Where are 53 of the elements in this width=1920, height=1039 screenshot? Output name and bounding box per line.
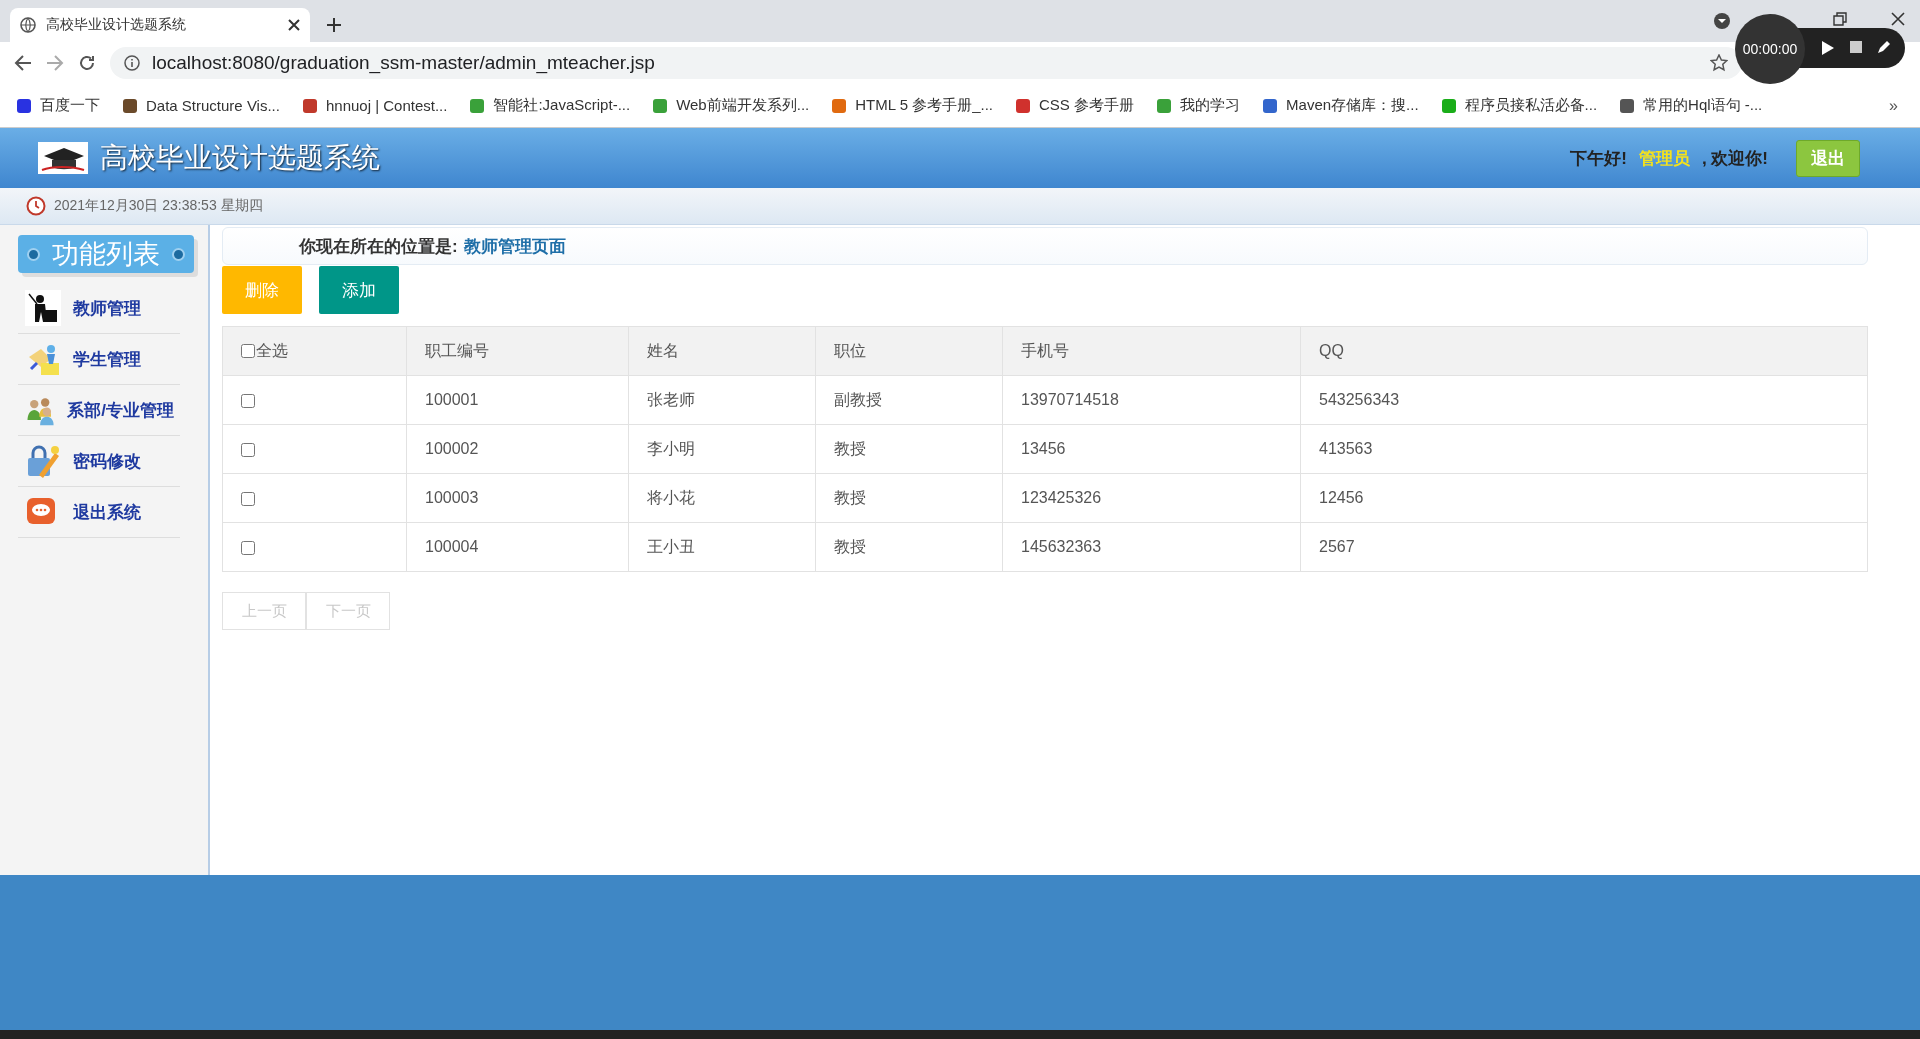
table-cell: 13456 <box>1002 424 1301 474</box>
sidebar-item[interactable]: 学生管理 <box>18 334 180 385</box>
table-cell: 543256343 <box>1300 375 1868 425</box>
table-cell: 100004 <box>406 522 629 572</box>
table-cell: 2567 <box>1300 522 1868 572</box>
bookmark[interactable]: 常用的Hql语句 -... <box>1619 96 1763 115</box>
bookmark[interactable]: 百度一下 <box>16 96 100 115</box>
greeting: 下午好! <box>1570 147 1627 170</box>
table-cell: 王小丑 <box>628 522 816 572</box>
sidebar-item[interactable]: 系部/专业管理 <box>18 385 180 436</box>
table-header: 全选 <box>222 326 407 376</box>
table-cell: 12456 <box>1300 473 1868 523</box>
table-header: 职位 <box>815 326 1003 376</box>
more-bookmarks-button[interactable]: » <box>1883 95 1904 116</box>
add-button[interactable]: 添加 <box>319 266 399 314</box>
table-cell: 100001 <box>406 375 629 425</box>
bookmark[interactable]: 程序员接私活必备... <box>1440 96 1598 115</box>
table-cell: 教授 <box>815 522 1003 572</box>
bookmark[interactable]: hnnuoj | Contest... <box>301 97 448 114</box>
bookmark[interactable]: 我的学习 <box>1156 96 1241 115</box>
table-header: 手机号 <box>1002 326 1301 376</box>
sidebar-item[interactable]: 密码修改 <box>18 436 180 487</box>
table-cell: 将小花 <box>628 473 816 523</box>
bookmark[interactable]: HTML 5 参考手册_... <box>831 96 994 115</box>
table-cell: 100003 <box>406 473 629 523</box>
bookmark[interactable]: CSS 参考手册 <box>1015 96 1135 115</box>
table-cell: 教授 <box>815 424 1003 474</box>
date-time: 2021年12月30日 23:38:53 星期四 <box>54 197 263 215</box>
breadcrumb-label: 你现在所在的位置是: <box>299 235 458 258</box>
table-header: 职工编号 <box>406 326 629 376</box>
table-cell: 李小明 <box>628 424 816 474</box>
table-cell: 张老师 <box>628 375 816 425</box>
app-title: 高校毕业设计选题系统 <box>100 141 381 175</box>
table-cell: 123425326 <box>1002 473 1301 523</box>
table-cell: 100002 <box>406 424 629 474</box>
table-cell: 教授 <box>815 473 1003 523</box>
user-name: 管理员 <box>1638 147 1690 170</box>
table-cell: 413563 <box>1300 424 1868 474</box>
bookmark[interactable]: Maven存储库：搜... <box>1262 96 1419 115</box>
sidebar-item[interactable]: 退出系统 <box>18 487 180 538</box>
address-bar[interactable]: localhost:8080/graduation_ssm-master/admin_mteacher.jsp <box>110 47 1742 79</box>
bookmark[interactable]: 智能社:JavaScript-... <box>469 96 631 115</box>
sidebar-item[interactable]: 教师管理 <box>18 283 180 334</box>
table-cell: 13970714518 <box>1002 375 1301 425</box>
welcome-text: , 欢迎你! <box>1701 147 1768 170</box>
table-cell: 145632363 <box>1002 522 1301 572</box>
breadcrumb-link[interactable]: 教师管理页面 <box>463 234 566 258</box>
table-cell: 副教授 <box>815 375 1003 425</box>
browser-tab[interactable]: 高校毕业设计选题系统 <box>10 8 310 42</box>
table-header: QQ <box>1300 326 1868 376</box>
table-header: 姓名 <box>628 326 816 376</box>
bookmark[interactable]: Data Structure Vis... <box>122 97 280 114</box>
bookmark[interactable]: Web前端开发系列... <box>652 96 810 115</box>
